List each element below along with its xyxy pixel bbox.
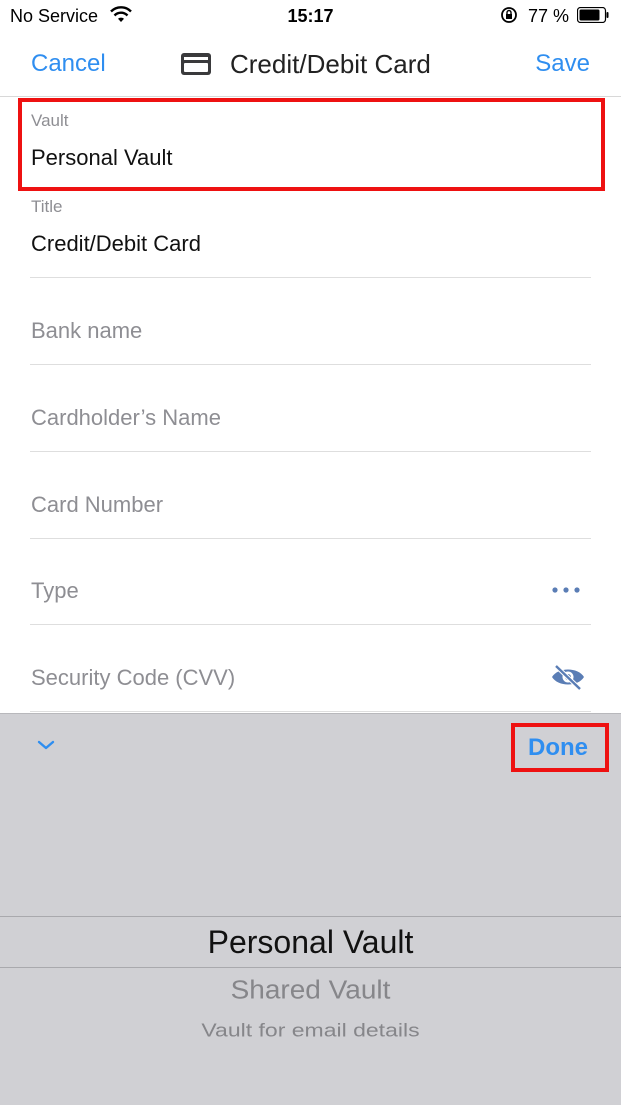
security-code-field[interactable]: Security Code (CVV) <box>30 625 591 712</box>
more-icon[interactable] <box>551 586 581 594</box>
cardholder-name-field[interactable]: Cardholder’s Name <box>30 365 591 452</box>
orientation-lock-icon <box>501 7 517 23</box>
bank-name-placeholder: Bank name <box>31 318 143 343</box>
picker-selection-line-bottom <box>0 967 621 968</box>
battery-icon <box>577 7 609 23</box>
navigation-bar: Cancel Credit/Debit Card Save <box>0 32 621 97</box>
cardholder-name-placeholder: Cardholder’s Name <box>31 405 221 430</box>
save-button[interactable]: Save <box>535 50 590 78</box>
cancel-button[interactable]: Cancel <box>31 50 106 78</box>
card-number-placeholder: Card Number <box>31 492 164 517</box>
title-field[interactable]: Title Credit/Debit Card <box>30 191 591 278</box>
picker-option[interactable]: Vault for email details <box>0 1019 621 1041</box>
battery-percent: 77 % <box>528 6 570 26</box>
type-field[interactable]: Type <box>30 539 591 625</box>
picker-option[interactable]: Shared Vault <box>0 975 621 1004</box>
title-input: Credit/Debit Card <box>31 231 201 256</box>
card-number-field[interactable]: Card Number <box>30 452 591 539</box>
credit-card-icon <box>181 53 211 75</box>
security-code-placeholder: Security Code (CVV) <box>31 665 236 690</box>
picker-option-selected[interactable]: Personal Vault <box>0 924 621 961</box>
status-bar: No Service 15:17 77 % <box>0 0 621 32</box>
vault-field-highlight <box>18 98 605 191</box>
chevron-down-icon[interactable] <box>36 738 56 752</box>
type-placeholder: Type <box>31 578 79 603</box>
bank-name-field[interactable]: Bank name <box>30 278 591 365</box>
picker-selection-line-top <box>0 916 621 917</box>
done-button-highlight <box>511 723 609 772</box>
picker-panel: Done Personal Vault Shared Vault Vault f… <box>0 713 621 1105</box>
title-label: Title <box>31 197 63 216</box>
nav-title-group: Credit/Debit Card <box>180 48 431 80</box>
eye-slash-icon[interactable] <box>550 663 586 691</box>
page-title: Credit/Debit Card <box>230 48 431 79</box>
